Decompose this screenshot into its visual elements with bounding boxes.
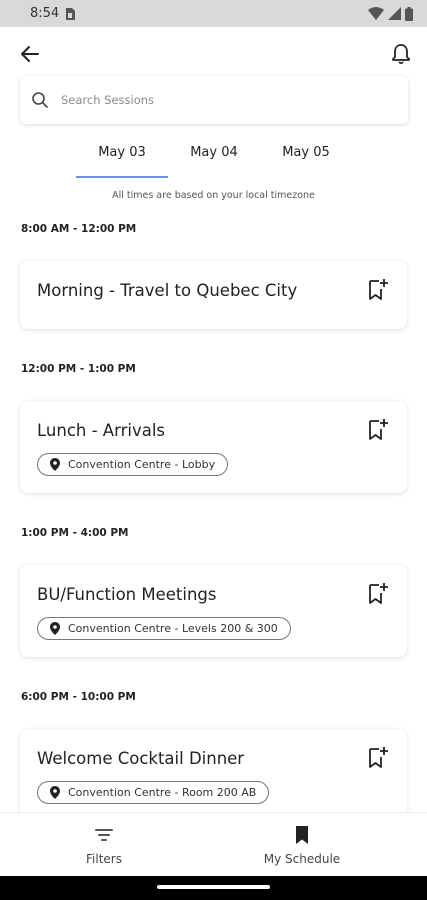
back-button[interactable] — [18, 42, 42, 66]
status-time: 8:54 — [30, 6, 60, 21]
location-pin-icon — [50, 786, 60, 799]
session-title: Lunch - Arrivals — [37, 421, 165, 440]
time-slot-header: 1:00 PM - 4:00 PM — [21, 527, 129, 539]
add-to-schedule-button[interactable] — [367, 278, 389, 302]
session-title: Morning - Travel to Quebec City — [37, 281, 298, 300]
search-bar[interactable] — [20, 76, 408, 124]
bookmark-add-icon — [369, 279, 388, 300]
nav-my-schedule[interactable]: My Schedule — [232, 813, 372, 877]
app-screen: 8:54 Search Sessions May 03 May 04 May 0… — [0, 0, 427, 900]
location-label: Convention Centre - Lobby — [68, 458, 216, 471]
bookmark-add-icon — [369, 583, 388, 604]
location-pin-icon — [50, 458, 60, 471]
bookmark-filled-icon — [296, 826, 308, 844]
add-to-schedule-button[interactable] — [367, 582, 389, 606]
search-input[interactable] — [61, 93, 381, 107]
notifications-button[interactable] — [389, 42, 413, 66]
battery-icon — [405, 6, 413, 21]
session-title: BU/Function Meetings — [37, 585, 217, 604]
nav-my-schedule-label: My Schedule — [263, 852, 341, 866]
location-label: Convention Centre - Room 200 AB — [68, 786, 257, 799]
wifi-icon — [368, 7, 384, 20]
time-slot-header: 12:00 PM - 1:00 PM — [21, 363, 136, 375]
system-gesture-bar — [0, 876, 427, 900]
search-icon — [32, 92, 48, 108]
date-tabs: May 03 May 04 May 05 — [76, 138, 356, 180]
session-card[interactable]: Welcome Cocktail Dinner Convention Centr… — [20, 729, 407, 812]
location-chip: Convention Centre - Levels 200 & 300 — [37, 617, 291, 640]
home-indicator[interactable] — [157, 885, 270, 889]
session-list[interactable]: 8:00 AM - 12:00 PM Morning - Travel to Q… — [0, 210, 427, 812]
session-card[interactable]: Lunch - Arrivals Convention Centre - Lob… — [20, 401, 407, 493]
top-app-bar — [0, 27, 427, 79]
tab-may-03[interactable]: May 03 — [76, 138, 168, 180]
filter-icon — [95, 829, 113, 841]
arrow-left-icon — [21, 46, 39, 62]
nav-filters-label: Filters — [86, 852, 122, 866]
status-bar: 8:54 — [0, 0, 427, 27]
time-slot-header: 8:00 AM - 12:00 PM — [21, 223, 137, 235]
time-slot-header: 6:00 PM - 10:00 PM — [21, 691, 136, 703]
add-to-schedule-button[interactable] — [367, 418, 389, 442]
bookmark-add-icon — [369, 419, 388, 440]
session-title: Welcome Cocktail Dinner — [37, 749, 245, 768]
sim-card-icon — [66, 7, 76, 20]
location-chip: Convention Centre - Lobby — [37, 453, 229, 476]
timezone-note: All times are based on your local timezo… — [112, 190, 315, 201]
tab-may-05[interactable]: May 05 — [260, 138, 352, 180]
status-left: 8:54 — [30, 6, 76, 21]
bottom-navigation: Filters My Schedule — [0, 812, 427, 876]
location-chip: Convention Centre - Room 200 AB — [37, 781, 270, 804]
bell-icon — [392, 44, 410, 65]
status-right — [368, 6, 413, 21]
add-to-schedule-button[interactable] — [367, 746, 389, 770]
session-card[interactable]: BU/Function Meetings Convention Centre -… — [20, 565, 407, 657]
signal-icon — [388, 7, 401, 20]
tab-may-04[interactable]: May 04 — [168, 138, 260, 180]
nav-filters[interactable]: Filters — [34, 813, 174, 877]
session-card[interactable]: Morning - Travel to Quebec City — [20, 261, 407, 329]
location-pin-icon — [50, 622, 60, 635]
location-label: Convention Centre - Levels 200 & 300 — [68, 622, 278, 635]
bookmark-add-icon — [369, 747, 388, 768]
